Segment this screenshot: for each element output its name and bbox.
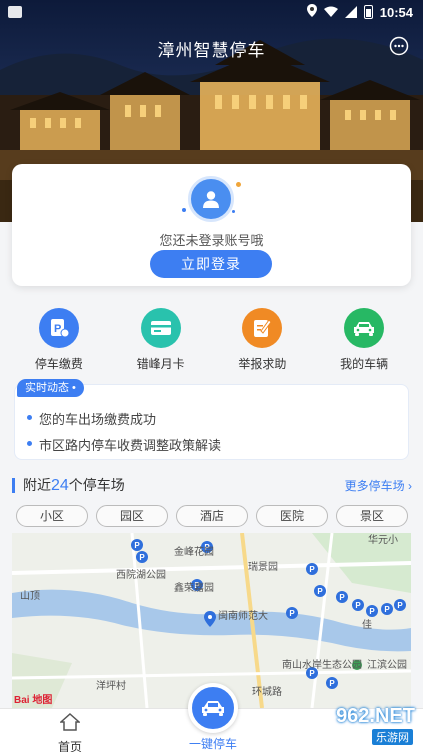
watermark: 962.NET bbox=[336, 705, 415, 727]
watermark-sub: 乐游网 bbox=[372, 729, 413, 745]
more-parking-link[interactable]: 更多停车场 › bbox=[345, 477, 412, 494]
svg-text:Bai 地图: Bai 地图 bbox=[14, 693, 52, 706]
svg-text:P: P bbox=[384, 605, 390, 614]
svg-text:P: P bbox=[369, 607, 375, 616]
svg-text:瑞景园: 瑞景园 bbox=[248, 561, 278, 573]
filter-chip[interactable]: 酒店 bbox=[176, 505, 248, 527]
news-panel: 实时动态 • 您的车出场缴费成功 市区路内停车收费调整政策解读 bbox=[14, 379, 409, 460]
filter-chips: 小区 园区 酒店 医院 景区 bbox=[16, 505, 408, 527]
nearby-header: 附近24个停车场 更多停车场 › bbox=[12, 474, 412, 496]
svg-text:山顶: 山顶 bbox=[20, 590, 40, 602]
message-icon[interactable] bbox=[389, 36, 409, 56]
car-icon bbox=[344, 308, 385, 348]
parking-pay-icon: P bbox=[38, 308, 79, 348]
svg-text:P: P bbox=[309, 565, 315, 574]
filter-chip[interactable]: 医院 bbox=[256, 505, 328, 527]
car-icon bbox=[188, 683, 238, 733]
quick-actions: P 停车缴费 错峰月卡 举报求助 我的车辆 bbox=[0, 308, 423, 372]
svg-text:华元小: 华元小 bbox=[368, 533, 398, 546]
svg-text:P: P bbox=[329, 679, 335, 688]
filter-chip[interactable]: 景区 bbox=[336, 505, 408, 527]
signal-icon bbox=[344, 6, 357, 18]
login-hint: 您还未登录账号哦 bbox=[159, 233, 264, 248]
svg-text:环城路: 环城路 bbox=[252, 685, 282, 698]
svg-text:P: P bbox=[317, 587, 323, 596]
avatar[interactable] bbox=[182, 174, 242, 224]
svg-text:佳: 佳 bbox=[362, 618, 372, 631]
svg-text:P: P bbox=[134, 541, 140, 550]
map-canvas[interactable]: PPP PPP PP P PPP PP 金峰花园 西院湖公园 瑞景园 鑫荣嘉园 闽… bbox=[12, 533, 411, 708]
news-item[interactable]: 您的车出场缴费成功 bbox=[26, 409, 156, 428]
nav-one-click-park[interactable]: 一键停车 bbox=[175, 683, 251, 752]
user-icon bbox=[188, 176, 234, 222]
svg-text:闽南师范大: 闽南师范大 bbox=[218, 609, 268, 622]
svg-text:金峰花园: 金峰花园 bbox=[174, 545, 214, 558]
wifi-icon bbox=[323, 5, 338, 20]
svg-text:P: P bbox=[289, 609, 295, 618]
status-time: 10:54 bbox=[379, 4, 413, 20]
quick-action-report[interactable]: 举报求助 bbox=[217, 308, 307, 372]
news-tag: 实时动态 • bbox=[17, 379, 84, 397]
login-button[interactable]: 立即登录 bbox=[150, 250, 272, 278]
svg-text:P: P bbox=[397, 601, 403, 610]
home-icon bbox=[59, 712, 81, 731]
nearby-title: 附近24个停车场 bbox=[12, 477, 125, 493]
login-card: 您还未登录账号哦 立即登录 bbox=[12, 164, 411, 286]
svg-text:南山水岸生态公园: 南山水岸生态公园 bbox=[282, 658, 362, 671]
svg-text:P: P bbox=[355, 601, 361, 610]
card-icon bbox=[140, 308, 181, 348]
quick-action-my-vehicles[interactable]: 我的车辆 bbox=[319, 308, 409, 372]
battery-icon bbox=[363, 5, 373, 19]
location-icon bbox=[306, 4, 317, 20]
news-item[interactable]: 市区路内停车收费调整政策解读 bbox=[26, 435, 221, 454]
svg-text:江滨公园: 江滨公园 bbox=[367, 658, 407, 671]
quick-action-parking-pay[interactable]: P 停车缴费 bbox=[14, 308, 104, 372]
page-title: 漳州智慧停车 bbox=[157, 41, 266, 60]
svg-text:西院湖公园: 西院湖公园 bbox=[116, 568, 166, 581]
filter-chip[interactable]: 园区 bbox=[96, 505, 168, 527]
status-bar: 10:54 bbox=[0, 0, 423, 24]
svg-text:鑫荣嘉园: 鑫荣嘉园 bbox=[174, 581, 214, 594]
quick-action-monthly-card[interactable]: 错峰月卡 bbox=[116, 308, 206, 372]
nav-home[interactable]: 首页 bbox=[40, 712, 100, 752]
svg-text:P: P bbox=[54, 323, 61, 335]
app-notification-icon bbox=[8, 6, 22, 18]
svg-text:洋坪村: 洋坪村 bbox=[96, 679, 126, 692]
report-icon bbox=[242, 308, 283, 348]
nearby-map[interactable]: PPP PPP PPP PPP PP 金峰花园 西院湖公园 瑞景园 鑫荣嘉园 闽… bbox=[12, 533, 411, 708]
svg-text:P: P bbox=[339, 593, 345, 602]
svg-text:P: P bbox=[139, 553, 145, 562]
filter-chip[interactable]: 小区 bbox=[16, 505, 88, 527]
